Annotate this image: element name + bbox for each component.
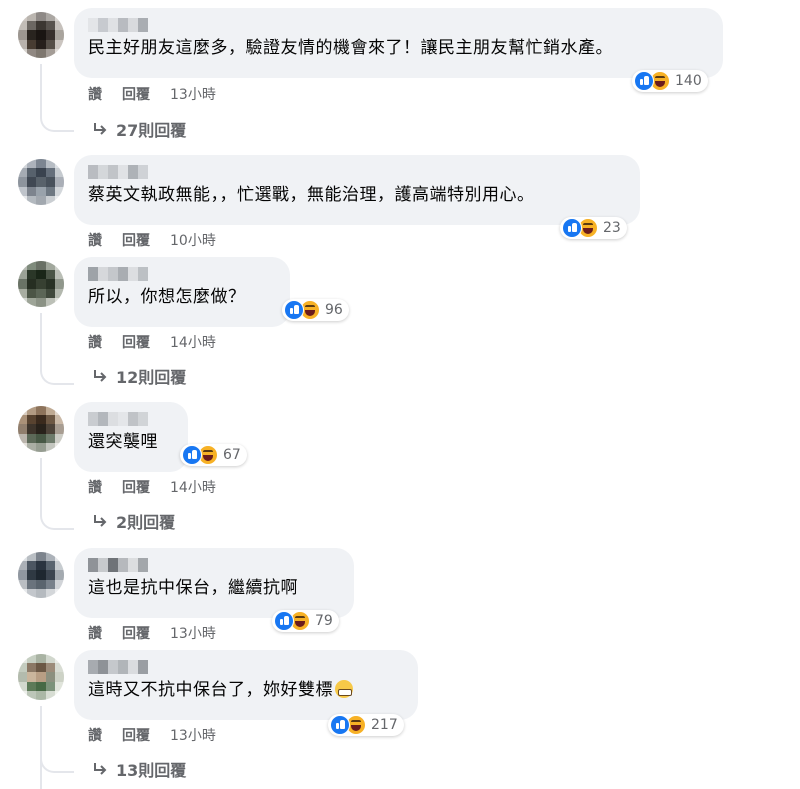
comment-actions: 讚 回覆 14小時 [88,477,216,497]
comment-actions: 讚 回覆 13小時 [88,725,216,745]
view-replies-button[interactable]: 13則回覆 [92,758,186,780]
timestamp[interactable]: 14小時 [170,477,216,497]
replies-count-label: 12則回覆 [116,368,187,387]
reply-button[interactable]: 回覆 [122,332,150,352]
author-name-blurred[interactable] [88,267,276,281]
avatar[interactable] [18,12,64,58]
reaction-summary[interactable]: 23 [560,217,627,239]
timestamp[interactable]: 13小時 [170,725,216,745]
reaction-count: 96 [325,302,343,318]
replies-count-label: 27則回覆 [116,121,187,140]
comment-bubble: 民主好朋友這麼多，驗證友情的機會來了！讓民主朋友幫忙銷水產。 [74,8,723,78]
view-replies-button[interactable]: 12則回覆 [92,365,186,387]
reply-arrow-icon [94,515,107,527]
reply-arrow-icon [94,123,107,135]
comment-text: 這時又不抗中保台了，妳好雙標 [88,678,404,702]
like-icon [562,218,582,238]
replies-count-label: 2則回覆 [116,513,176,532]
like-button[interactable]: 讚 [88,332,102,352]
avatar[interactable] [18,406,64,452]
thread-line [40,64,42,110]
timestamp[interactable]: 13小時 [170,84,216,104]
avatar[interactable] [18,552,64,598]
avatar[interactable] [18,654,64,700]
comment-bubble: 這時又不抗中保台了，妳好雙標 [74,650,418,720]
thread-curve [40,508,74,530]
reaction-count: 217 [371,717,398,733]
like-icon [634,71,654,91]
reply-button[interactable]: 回覆 [122,725,150,745]
comment-actions: 讚 回覆 13小時 [88,84,216,104]
like-button[interactable]: 讚 [88,725,102,745]
comment-actions: 讚 回覆 13小時 [88,623,216,643]
comment-text-content: 這時又不抗中保台了，妳好雙標 [88,680,333,700]
reaction-summary[interactable]: 79 [272,610,339,632]
like-button[interactable]: 讚 [88,230,102,250]
reply-button[interactable]: 回覆 [122,477,150,497]
view-replies-button[interactable]: 27則回覆 [92,118,186,140]
reaction-summary[interactable]: 67 [180,444,247,466]
comment-bubble: 還突襲哩 [74,402,188,472]
like-icon [182,445,202,465]
reaction-summary[interactable]: 217 [328,714,404,736]
reaction-count: 140 [675,73,702,89]
comment-bubble: 所以，你想怎麼做？ [74,257,290,327]
view-replies-button[interactable]: 2則回覆 [92,510,175,532]
avatar[interactable] [18,159,64,205]
comment-text: 所以，你想怎麼做？ [88,287,246,307]
timestamp[interactable]: 13小時 [170,623,216,643]
comment-text: 民主好朋友這麼多，驗證友情的機會來了！讓民主朋友幫忙銷水產。 [88,38,613,58]
reply-arrow-icon [94,370,107,382]
thread-line [40,706,42,789]
comment-bubble: 這也是抗中保台，繼續抗啊 [74,548,354,618]
timestamp[interactable]: 14小時 [170,332,216,352]
reaction-summary[interactable]: 140 [632,70,708,92]
like-icon [274,611,294,631]
comment-actions: 讚 回覆 14小時 [88,332,216,352]
thread-curve [40,751,74,773]
reaction-summary[interactable]: 96 [282,299,349,321]
thread-curve [40,363,74,385]
thread-line [40,458,42,508]
like-icon [330,715,350,735]
like-button[interactable]: 讚 [88,623,102,643]
like-button[interactable]: 讚 [88,477,102,497]
avatar[interactable] [18,261,64,307]
author-name-blurred[interactable] [88,558,340,572]
comment-text: 這也是抗中保台，繼續抗啊 [88,578,298,598]
reply-arrow-icon [94,763,107,775]
replies-count-label: 13則回覆 [116,761,187,780]
author-name-blurred[interactable] [88,660,404,674]
grimacing-emoji-icon [335,680,353,698]
reaction-count: 67 [223,447,241,463]
thread-curve [40,110,74,132]
comment-bubble: 蔡英文執政無能，，忙選戰，無能治理，護高端特別用心。 [74,155,640,225]
reply-button[interactable]: 回覆 [122,623,150,643]
author-name-blurred[interactable] [88,412,174,426]
reply-button[interactable]: 回覆 [122,84,150,104]
reply-button[interactable]: 回覆 [122,230,150,250]
comment-feed: 民主好朋友這麼多，驗證友情的機會來了！讓民主朋友幫忙銷水產。 140 讚 回覆 … [0,0,800,789]
reaction-count: 23 [603,220,621,236]
like-icon [284,300,304,320]
author-name-blurred[interactable] [88,165,626,179]
like-button[interactable]: 讚 [88,84,102,104]
author-name-blurred[interactable] [88,18,709,32]
comment-text: 還突襲哩 [88,432,158,452]
thread-line [40,313,42,363]
reaction-count: 79 [315,613,333,629]
comment-actions: 讚 回覆 10小時 [88,230,216,250]
comment-text: 蔡英文執政無能，，忙選戰，無能治理，護高端特別用心。 [88,185,535,205]
timestamp[interactable]: 10小時 [170,230,216,250]
